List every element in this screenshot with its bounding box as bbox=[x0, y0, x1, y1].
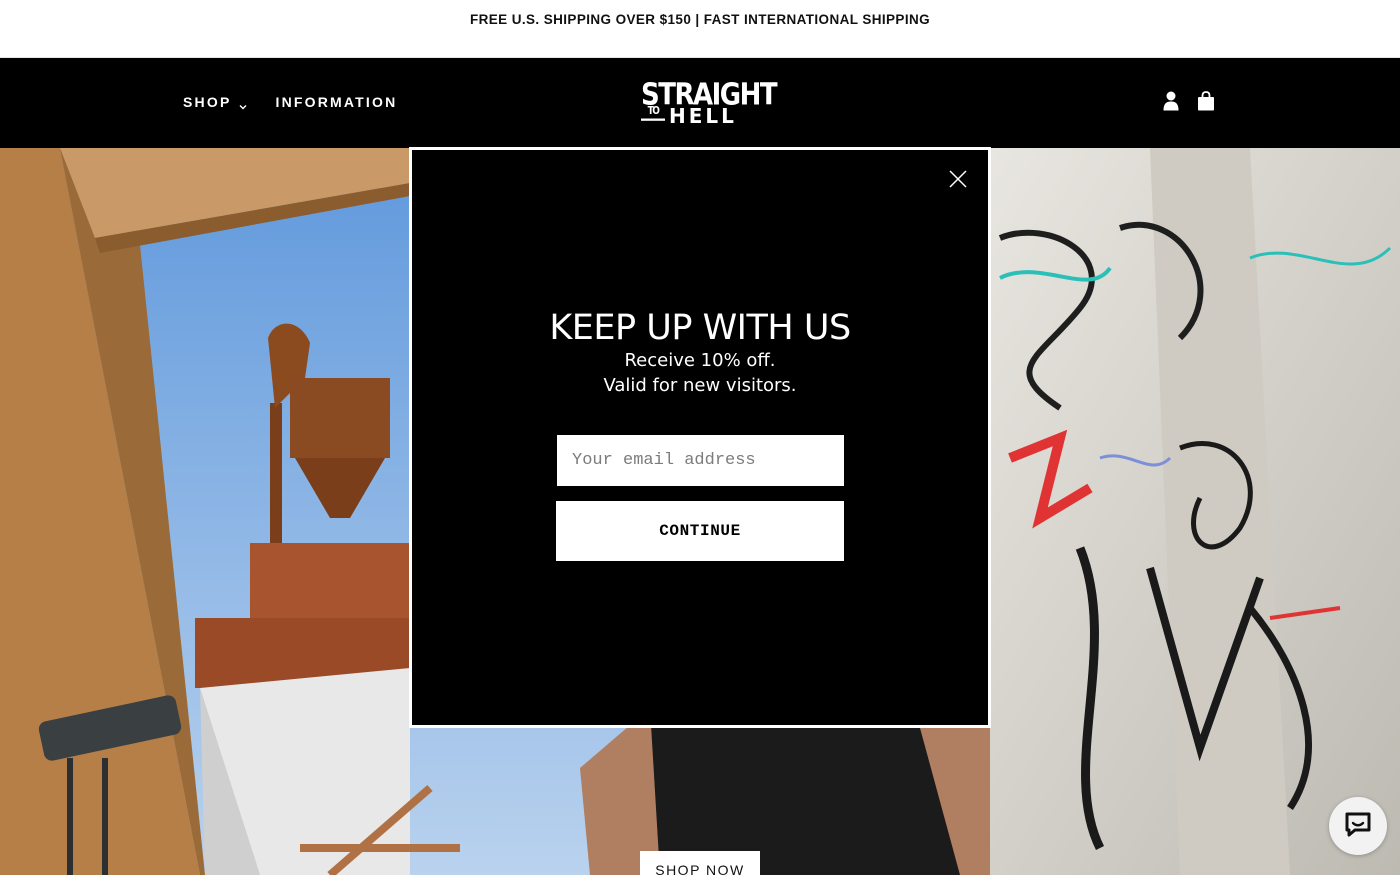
nav-information-label: INFORMATION bbox=[275, 94, 398, 110]
popup-title: KEEP UP WITH US bbox=[549, 308, 851, 348]
nav-information[interactable]: INFORMATION bbox=[275, 94, 397, 110]
shop-now-label: SHOP NOW bbox=[655, 862, 745, 875]
site-logo[interactable]: STRAIGHT TO HELL bbox=[641, 78, 778, 128]
account-icon[interactable] bbox=[1160, 90, 1182, 112]
chevron-down-icon bbox=[239, 98, 247, 110]
main-nav: SHOP INFORMATION bbox=[183, 58, 397, 148]
shopping-bag-icon[interactable] bbox=[1195, 90, 1217, 112]
continue-label: CONTINUE bbox=[659, 522, 741, 540]
popup-subtitle-line2: Valid for new visitors. bbox=[603, 375, 797, 396]
close-icon[interactable] bbox=[947, 168, 969, 190]
announcement-text: FREE U.S. SHIPPING OVER $150 | FAST INTE… bbox=[469, 12, 931, 27]
announcement-bar: FREE U.S. SHIPPING OVER $150 | FAST INTE… bbox=[0, 0, 1400, 58]
chat-widget-button[interactable] bbox=[1329, 797, 1387, 855]
logo-line2-small: TO bbox=[641, 106, 665, 121]
header-icons bbox=[1160, 90, 1217, 112]
popup-subtitle-line1: Receive 10% off. bbox=[624, 350, 776, 371]
email-input[interactable] bbox=[557, 435, 844, 486]
chat-bubble-icon bbox=[1343, 809, 1373, 844]
nav-shop-label: SHOP bbox=[183, 94, 232, 110]
continue-button[interactable]: CONTINUE bbox=[556, 501, 844, 561]
nav-shop[interactable]: SHOP bbox=[183, 94, 247, 110]
shop-now-button[interactable]: SHOP NOW bbox=[640, 851, 760, 875]
logo-line2: HELL bbox=[669, 104, 737, 128]
newsletter-popup: KEEP UP WITH US Receive 10% off. Valid f… bbox=[409, 147, 991, 728]
